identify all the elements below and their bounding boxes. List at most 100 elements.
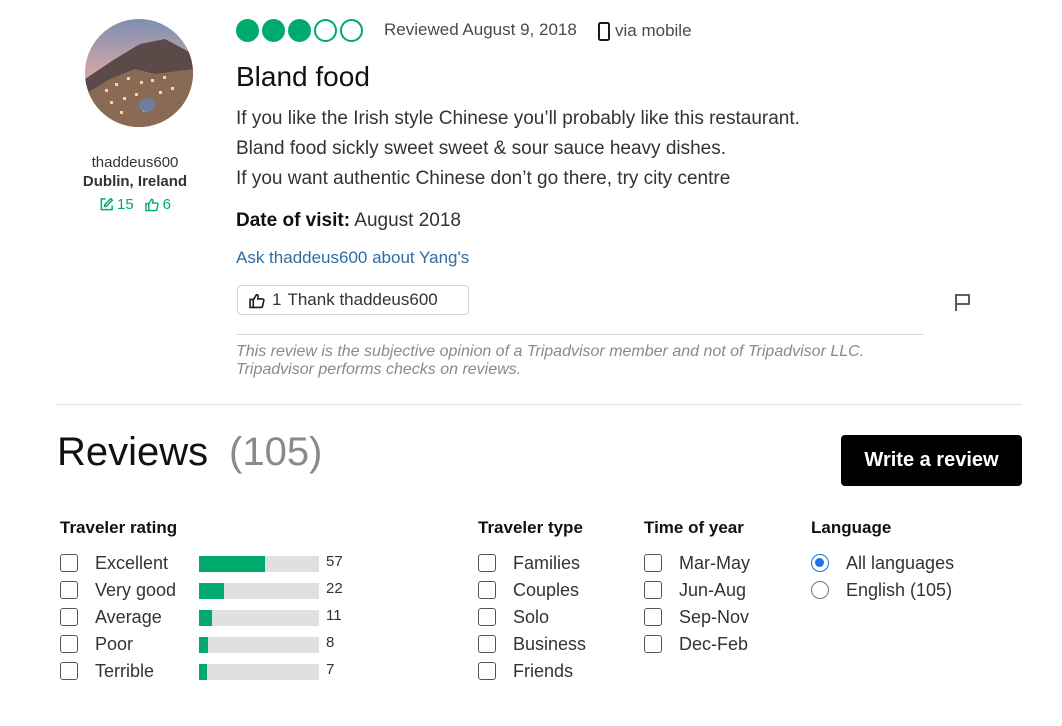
filter-option-label: Business (513, 633, 587, 654)
thumbs-up-icon (249, 293, 265, 308)
filter-checkbox[interactable] (478, 662, 496, 680)
rating-bar (199, 637, 319, 653)
filter-checkbox[interactable] (60, 554, 78, 572)
rating-filter-very-good[interactable]: Very good (60, 579, 176, 601)
rating-bar-fill (199, 556, 265, 572)
filter-checkbox[interactable] (644, 581, 662, 599)
reviews-heading: Reviews (57, 430, 209, 474)
time-of-year-jun-aug[interactable]: Jun-Aug (644, 579, 746, 601)
filter-option-label: Poor (95, 633, 134, 654)
filter-option-label: Families (513, 552, 581, 573)
helpful-votes-stat: 6 (144, 196, 171, 213)
language-option-1[interactable]: English (105) (811, 579, 952, 601)
rating-bar (199, 556, 319, 572)
rating-filter-terrible[interactable]: Terrible (60, 660, 154, 682)
reviewer-stats: 15 6 (60, 196, 210, 213)
write-review-button[interactable]: Write a review (841, 435, 1022, 486)
filter-option-label: Sep-Nov (679, 606, 750, 627)
time-of-year-title: Time of year (644, 518, 744, 537)
review-body-line: If you like the Irish style Chinese you’… (236, 108, 800, 129)
filter-option-label: Dec-Feb (679, 633, 749, 654)
time-of-year-dec-feb[interactable]: Dec-Feb (644, 633, 748, 655)
filter-checkbox[interactable] (60, 608, 78, 626)
rating-bar (199, 664, 319, 680)
thank-button[interactable]: 1 Thank thaddeus600 (237, 285, 469, 315)
traveler-rating-title: Traveler rating (60, 518, 178, 537)
language-option-0[interactable]: All languages (811, 552, 954, 574)
filter-option-label: Friends (513, 660, 574, 681)
filter-option-label: Couples (513, 579, 580, 600)
rating-bar-fill (199, 610, 212, 626)
filter-option-label: English (105) (846, 579, 953, 600)
mobile-phone-icon (598, 21, 610, 41)
time-of-year-sep-nov[interactable]: Sep-Nov (644, 606, 749, 628)
reviewer-avatar[interactable] (85, 19, 193, 127)
rating-bar (199, 583, 319, 599)
bubble-rating (236, 19, 363, 42)
traveler-type-families[interactable]: Families (478, 552, 580, 574)
thank-count: 1 (272, 290, 282, 309)
filter-checkbox[interactable] (478, 608, 496, 626)
date-of-visit-label: Date of visit: (236, 210, 351, 231)
flag-icon[interactable] (953, 292, 973, 312)
reviews-count: (105) (229, 430, 323, 474)
filter-option-label: Terrible (95, 660, 155, 681)
filter-option-label: Mar-May (679, 552, 750, 573)
filter-option-label: All languages (846, 552, 955, 573)
rating-count: 57 (326, 553, 343, 570)
thumbs-up-icon (144, 198, 159, 212)
reviewer-hometown: Dublin, Ireland (82, 173, 188, 190)
filter-checkbox[interactable] (644, 554, 662, 572)
filter-checkbox[interactable] (60, 662, 78, 680)
rating-bar (199, 610, 319, 626)
rating-bubble-filled (288, 19, 311, 42)
time-of-year-mar-may[interactable]: Mar-May (644, 552, 750, 574)
helpful-votes-count: 6 (162, 196, 172, 213)
rating-bubble-empty (314, 19, 337, 42)
date-of-visit-value: August 2018 (354, 210, 461, 231)
rating-filter-excellent[interactable]: Excellent (60, 552, 168, 574)
rating-filter-poor[interactable]: Poor (60, 633, 133, 655)
review-body: If you like the Irish style Chinese you’… (236, 104, 800, 194)
traveler-type-couples[interactable]: Couples (478, 579, 579, 601)
language-radio[interactable] (811, 554, 829, 572)
pencil-edit-icon (100, 197, 114, 211)
filter-checkbox[interactable] (644, 635, 662, 653)
via-mobile: via mobile (598, 21, 692, 41)
review-body-line: Bland food sickly sweet sweet & sour sau… (236, 138, 727, 159)
filter-option-label: Excellent (95, 552, 169, 573)
review-title[interactable]: Bland food (236, 61, 370, 93)
language-title: Language (811, 518, 892, 537)
date-of-visit: Date of visit: August 2018 (236, 210, 461, 232)
filter-checkbox[interactable] (478, 635, 496, 653)
thank-label: Thank thaddeus600 (287, 290, 438, 309)
filter-checkbox[interactable] (644, 608, 662, 626)
filter-checkbox[interactable] (478, 554, 496, 572)
rating-filter-average[interactable]: Average (60, 606, 162, 628)
filter-option-label: Solo (513, 606, 550, 627)
reviewed-date: Reviewed August 9, 2018 (384, 20, 577, 39)
via-mobile-label: via mobile (615, 21, 692, 40)
reviewer-name[interactable]: thaddeus600 (60, 154, 210, 171)
filter-option-label: Average (95, 606, 162, 627)
language-radio[interactable] (811, 581, 829, 599)
traveler-type-solo[interactable]: Solo (478, 606, 549, 628)
rating-count: 8 (326, 634, 335, 651)
filter-checkbox[interactable] (60, 635, 78, 653)
ask-reviewer-link[interactable]: Ask thaddeus600 about Yang's (236, 248, 469, 268)
filter-checkbox[interactable] (478, 581, 496, 599)
divider (236, 334, 924, 335)
traveler-type-business[interactable]: Business (478, 633, 586, 655)
rating-bubble-empty (340, 19, 363, 42)
rating-bar-fill (199, 664, 208, 680)
review-disclaimer: This review is the subjective opinion of… (236, 343, 865, 378)
traveler-type-friends[interactable]: Friends (478, 660, 573, 682)
rating-bar-fill (199, 583, 225, 599)
contributions-count: 15 (116, 196, 134, 213)
review-body-line: If you want authentic Chinese don’t go t… (236, 168, 731, 189)
rating-bubble-filled (236, 19, 259, 42)
filter-checkbox[interactable] (60, 581, 78, 599)
rating-count: 7 (326, 661, 335, 678)
traveler-type-title: Traveler type (478, 518, 583, 537)
rating-bar-fill (199, 637, 209, 653)
